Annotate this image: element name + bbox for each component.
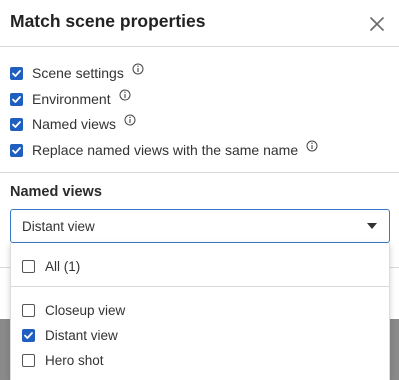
checkmark-icon <box>12 69 21 77</box>
named-views-label: Named views <box>32 116 117 132</box>
replace-named-views-label: Replace named views with the same name <box>32 142 299 158</box>
environment-label: Environment <box>32 91 111 107</box>
dropdown-item-label: Hero shot <box>45 352 104 368</box>
dialog-header: Match scene properties <box>0 0 399 47</box>
distant-view-checkbox[interactable] <box>22 328 35 342</box>
section-divider <box>0 172 399 173</box>
named-views-select[interactable]: Distant view <box>10 209 390 243</box>
checkmark-icon <box>24 331 33 339</box>
all-checkbox[interactable] <box>22 259 35 273</box>
info-icon[interactable] <box>124 114 136 126</box>
option-scene-settings[interactable]: Scene settings <box>10 63 144 83</box>
backdrop-overlay <box>390 319 399 380</box>
backdrop-overlay <box>0 319 10 380</box>
dropdown-divider <box>11 286 389 287</box>
checkmark-icon <box>12 146 21 154</box>
dropdown-item-distant-view[interactable]: Distant view <box>22 325 118 345</box>
replace-named-views-checkbox[interactable] <box>10 143 23 157</box>
option-replace-named-views[interactable]: Replace named views with the same name <box>10 140 318 160</box>
hero-shot-checkbox[interactable] <box>22 353 35 367</box>
dropdown-item-closeup-view[interactable]: Closeup view <box>22 300 125 320</box>
option-named-views[interactable]: Named views <box>10 114 136 134</box>
checkmark-icon <box>12 95 21 103</box>
info-icon[interactable] <box>306 140 318 152</box>
info-icon[interactable] <box>132 63 144 75</box>
dialog-title: Match scene properties <box>10 11 206 31</box>
caret-down-icon <box>367 223 377 229</box>
environment-checkbox[interactable] <box>10 92 23 106</box>
backdrop-divider <box>0 267 10 268</box>
backdrop-divider <box>390 267 399 268</box>
close-button[interactable] <box>366 13 388 35</box>
dropdown-item-hero-shot[interactable]: Hero shot <box>22 350 104 370</box>
closeup-view-checkbox[interactable] <box>22 303 35 317</box>
match-scene-properties-dialog: Match scene properties Scene settings En… <box>0 0 399 380</box>
option-environment[interactable]: Environment <box>10 89 131 109</box>
checkmark-icon <box>12 120 21 128</box>
close-icon <box>370 17 384 31</box>
info-icon[interactable] <box>119 89 131 101</box>
named-views-checkbox[interactable] <box>10 117 23 131</box>
dropdown-item-label: All (1) <box>45 258 81 274</box>
dropdown-item-all[interactable]: All (1) <box>22 256 80 276</box>
scene-settings-label: Scene settings <box>32 65 124 81</box>
dropdown-item-label: Closeup view <box>45 302 126 318</box>
scene-settings-checkbox[interactable] <box>10 66 23 80</box>
named-views-selected-value: Distant view <box>22 219 95 234</box>
named-views-dropdown: All (1) Closeup view Distant view Hero s… <box>10 243 390 380</box>
named-views-section-label: Named views <box>10 184 102 200</box>
dropdown-item-label: Distant view <box>45 327 118 343</box>
